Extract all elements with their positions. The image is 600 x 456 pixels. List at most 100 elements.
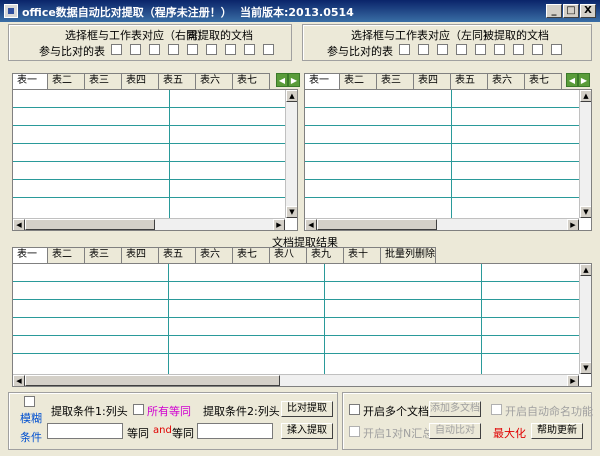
tab-right-7[interactable]: 表七 [524, 73, 562, 89]
one-to-n-checkbox[interactable] [349, 426, 360, 437]
tab-result-5[interactable]: 表五 [158, 247, 196, 263]
tab-left-2[interactable]: 表二 [47, 73, 85, 89]
fuzzy-label-2: 条件 [20, 431, 42, 444]
close-button[interactable]: X [580, 4, 596, 18]
scroll-right-icon[interactable]: ▶ [273, 219, 285, 230]
right-table-checkbox-9[interactable] [551, 44, 562, 55]
scroll-thumb[interactable] [317, 219, 437, 230]
result-vertical-scrollbar[interactable]: ▲ ▼ [579, 264, 591, 374]
equal-label-1: 等同 [127, 427, 149, 440]
left-sheet-tabs: 表一 表二 表三 表四 表五 表六 表七 [12, 73, 270, 90]
left-tab-scroller: ◀ ▶ [276, 73, 300, 87]
fuzzy-checkbox[interactable] [24, 396, 35, 407]
tab-right-3[interactable]: 表三 [376, 73, 414, 89]
scroll-down-icon[interactable]: ▼ [580, 362, 591, 374]
left-horizontal-scrollbar[interactable]: ◀ ▶ [13, 218, 285, 230]
tab-result-7[interactable]: 表七 [232, 247, 270, 263]
left-table-checkbox-4[interactable] [168, 44, 179, 55]
left-table-checkbox-9[interactable] [263, 44, 274, 55]
right-vertical-scrollbar[interactable]: ▲ ▼ [579, 90, 591, 218]
fuzzy-label: 模糊 [20, 412, 42, 425]
window-title: office数据自动比对提取（程序未注册！） [22, 6, 232, 19]
tab-right-6[interactable]: 表六 [487, 73, 525, 89]
result-table-grid[interactable]: ▲ ▼ ◀ ▶ [12, 263, 592, 387]
scroll-up-icon[interactable]: ▲ [580, 90, 591, 102]
tab-result-8[interactable]: 表八 [269, 247, 307, 263]
scroll-up-icon[interactable]: ▲ [286, 90, 297, 102]
right-table-checkbox-6[interactable] [494, 44, 505, 55]
tab-result-4[interactable]: 表四 [121, 247, 159, 263]
left-table-grid[interactable]: ▲ ▼ ◀ ▶ [12, 89, 298, 231]
left-table-checkbox-8[interactable] [244, 44, 255, 55]
right-table-checkbox-1[interactable] [399, 44, 410, 55]
scroll-right-icon[interactable]: ▶ [567, 219, 579, 230]
tab-prev-icon[interactable]: ◀ [566, 73, 578, 87]
scroll-down-icon[interactable]: ▼ [286, 206, 297, 218]
tab-next-icon[interactable]: ▶ [578, 73, 590, 87]
scroll-left-icon[interactable]: ◀ [13, 219, 25, 230]
right-select-group: 选择框与工作表对应（左同） 被提取的文档 参与比对的表 [302, 24, 592, 61]
right-table-checkbox-5[interactable] [475, 44, 486, 55]
tab-next-icon[interactable]: ▶ [288, 73, 300, 87]
auto-name-checkbox[interactable] [491, 404, 502, 415]
right-table-checkbox-2[interactable] [418, 44, 429, 55]
tab-left-6[interactable]: 表六 [195, 73, 233, 89]
tab-result-6[interactable]: 表六 [195, 247, 233, 263]
result-horizontal-scrollbar[interactable]: ◀ ▶ [13, 374, 579, 386]
version-label: 当前版本:2013.0514 [240, 6, 354, 19]
tab-result-9[interactable]: 表九 [306, 247, 344, 263]
condition2-input[interactable] [197, 423, 273, 439]
add-doc-button[interactable]: 添加多文档 [429, 401, 481, 417]
right-table-checkbox-8[interactable] [532, 44, 543, 55]
tab-left-5[interactable]: 表五 [158, 73, 196, 89]
tab-prev-icon[interactable]: ◀ [276, 73, 288, 87]
tab-right-1[interactable]: 表一 [304, 73, 340, 90]
right-header-a: 选择框与工作表对应（左同） [351, 29, 494, 42]
right-table-grid[interactable]: ▲ ▼ ◀ ▶ [304, 89, 592, 231]
all-equal-checkbox[interactable] [133, 404, 144, 415]
scroll-up-icon[interactable]: ▲ [580, 264, 591, 276]
multi-doc-checkbox[interactable] [349, 404, 360, 415]
tab-left-7[interactable]: 表七 [232, 73, 270, 89]
tab-result-3[interactable]: 表三 [84, 247, 122, 263]
tab-result-2[interactable]: 表二 [47, 247, 85, 263]
right-table-checkbox-7[interactable] [513, 44, 524, 55]
right-table-checkbox-4[interactable] [456, 44, 467, 55]
scroll-down-icon[interactable]: ▼ [580, 206, 591, 218]
tab-result-10[interactable]: 表十 [343, 247, 381, 263]
scroll-right-icon[interactable]: ▶ [567, 375, 579, 386]
help-update-button[interactable]: 帮助更新 [531, 423, 583, 439]
scroll-left-icon[interactable]: ◀ [13, 375, 25, 386]
right-table-checkbox-3[interactable] [437, 44, 448, 55]
left-table-checkbox-6[interactable] [206, 44, 217, 55]
auto-compare-button[interactable]: 自动比对 [429, 423, 481, 439]
scroll-thumb[interactable] [25, 375, 280, 386]
condition1-input[interactable] [47, 423, 123, 439]
right-horizontal-scrollbar[interactable]: ◀ ▶ [305, 218, 579, 230]
insert-extract-button[interactable]: 揉入提取 [281, 423, 333, 439]
left-header-b: 需提取的文档 [187, 29, 253, 42]
tab-right-5[interactable]: 表五 [450, 73, 488, 89]
left-table-checkbox-2[interactable] [130, 44, 141, 55]
left-vertical-scrollbar[interactable]: ▲ ▼ [285, 90, 297, 218]
all-equal-label: 所有等同 [147, 405, 191, 418]
scroll-left-icon[interactable]: ◀ [305, 219, 317, 230]
compare-extract-button[interactable]: 比对提取 [281, 401, 333, 417]
left-table-checkbox-1[interactable] [111, 44, 122, 55]
left-table-checkbox-3[interactable] [149, 44, 160, 55]
maximize-button[interactable]: □ [563, 4, 579, 18]
tab-left-3[interactable]: 表三 [84, 73, 122, 89]
minimize-button[interactable]: _ [546, 4, 562, 18]
left-table-checkbox-5[interactable] [187, 44, 198, 55]
tab-left-4[interactable]: 表四 [121, 73, 159, 89]
scroll-thumb[interactable] [25, 219, 155, 230]
tab-right-4[interactable]: 表四 [413, 73, 451, 89]
tab-result-1[interactable]: 表一 [12, 247, 48, 264]
auto-name-label: 开启自动命名功能 [505, 405, 593, 418]
right-sheet-tabs: 表一 表二 表三 表四 表五 表六 表七 [304, 73, 562, 90]
tab-batch-delete[interactable]: 批量列删除 [380, 247, 436, 263]
tab-left-1[interactable]: 表一 [12, 73, 48, 90]
maximize-label[interactable]: 最大化 [493, 425, 526, 441]
left-table-checkbox-7[interactable] [225, 44, 236, 55]
tab-right-2[interactable]: 表二 [339, 73, 377, 89]
